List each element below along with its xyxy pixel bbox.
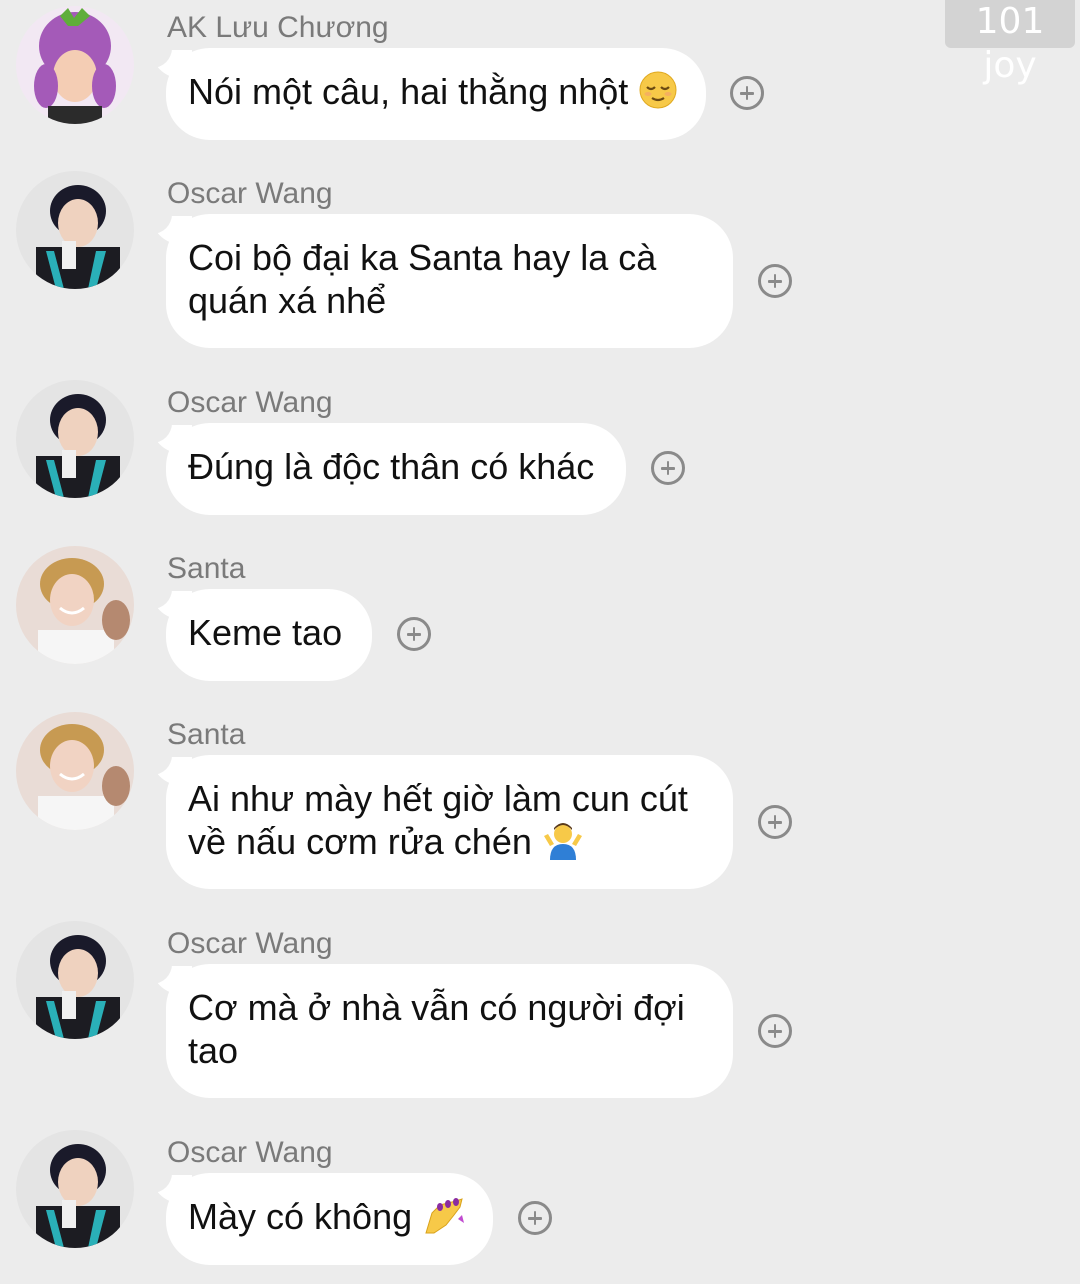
avatar-oscar-wang[interactable] xyxy=(16,380,134,498)
sender-name: Oscar Wang xyxy=(167,1136,333,1169)
avatar-ak-luu-chuong[interactable] xyxy=(16,6,134,124)
message-text-line: Ai như mày hết giờ làm cun cút xyxy=(188,778,688,819)
sender-name: Oscar Wang xyxy=(167,177,333,210)
message-text: Đúng là độc thân có khác xyxy=(188,446,595,487)
avatar-santa-image xyxy=(16,546,134,664)
add-reaction-icon[interactable] xyxy=(518,1201,552,1235)
avatar-oscar-image xyxy=(16,921,134,1039)
avatar-santa-image xyxy=(16,712,134,830)
watermark: 101 joy xyxy=(945,0,1075,86)
message-text-line: về nấu cơm rửa chén xyxy=(188,821,532,862)
message-bubble[interactable]: Nói một câu, hai thằng nhột xyxy=(166,48,706,140)
message-text-line: tao xyxy=(188,1030,239,1071)
message-bubble[interactable]: Coi bộ đại ka Santa hay la cà quán xá nh… xyxy=(166,214,733,348)
message-bubble[interactable]: Keme tao xyxy=(166,589,372,681)
message-bubble[interactable]: Mày có không xyxy=(166,1173,493,1265)
avatar-oscar-wang[interactable] xyxy=(16,1130,134,1248)
relieved-face-emoji xyxy=(638,70,678,110)
sender-name: Oscar Wang xyxy=(167,927,333,960)
message-text: Mày có không xyxy=(188,1196,413,1237)
message-text-line: quán xá nhể xyxy=(188,280,387,321)
message-text: Keme tao xyxy=(188,612,343,653)
person-shrugging-emoji xyxy=(542,820,584,860)
chat-thread: 101 joy AK Lưu Chương Nói một câu, hai t… xyxy=(0,0,1080,1284)
avatar-eggplant-costume-image xyxy=(16,6,134,124)
message-text: Nói một câu, hai thằng nhột xyxy=(188,71,629,112)
nail-polish-emoji xyxy=(422,1195,466,1235)
sender-name: Santa xyxy=(167,552,246,585)
avatar-santa[interactable] xyxy=(16,712,134,830)
avatar-oscar-image xyxy=(16,1130,134,1248)
sender-name: Oscar Wang xyxy=(167,386,333,419)
add-reaction-icon[interactable] xyxy=(758,1014,792,1048)
sender-name: AK Lưu Chương xyxy=(167,11,389,44)
message-bubble[interactable]: Đúng là độc thân có khác xyxy=(166,423,626,515)
add-reaction-icon[interactable] xyxy=(758,805,792,839)
message-text-line: Coi bộ đại ka Santa hay la cà xyxy=(188,237,657,278)
avatar-oscar-image xyxy=(16,380,134,498)
avatar-oscar-wang[interactable] xyxy=(16,921,134,1039)
avatar-santa[interactable] xyxy=(16,546,134,664)
message-bubble[interactable]: Cơ mà ở nhà vẫn có người đợi tao xyxy=(166,964,733,1098)
message-bubble[interactable]: Ai như mày hết giờ làm cun cút về nấu cơ… xyxy=(166,755,733,889)
message-text-line: Cơ mà ở nhà vẫn có người đợi xyxy=(188,987,685,1028)
add-reaction-icon[interactable] xyxy=(758,264,792,298)
sender-name: Santa xyxy=(167,718,246,751)
avatar-oscar-image xyxy=(16,171,134,289)
add-reaction-icon[interactable] xyxy=(397,617,431,651)
avatar-oscar-wang[interactable] xyxy=(16,171,134,289)
add-reaction-icon[interactable] xyxy=(730,76,764,110)
add-reaction-icon[interactable] xyxy=(651,451,685,485)
